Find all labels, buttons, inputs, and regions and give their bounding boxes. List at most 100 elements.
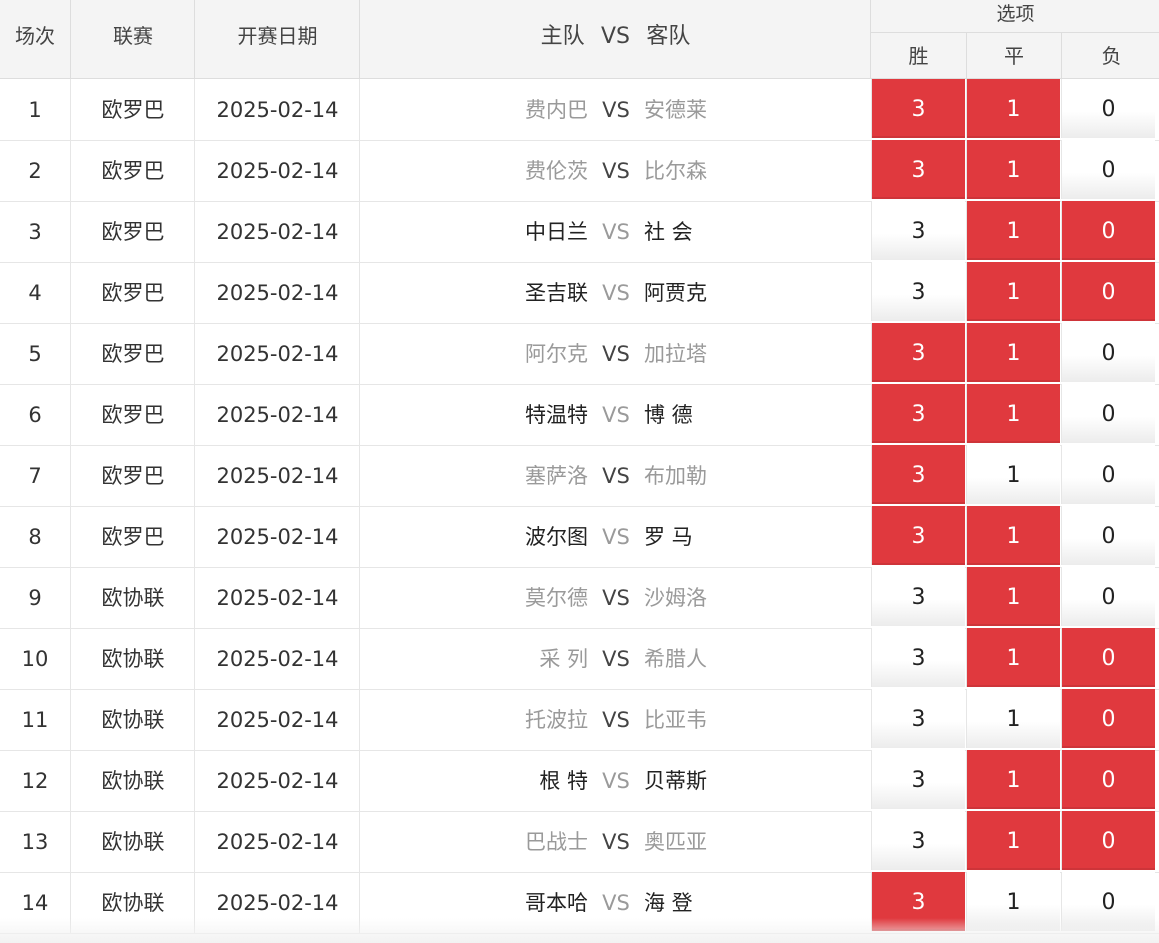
away-team: 安德莱 bbox=[644, 98, 707, 122]
header-away: 客队 bbox=[646, 24, 691, 49]
option-loss-button[interactable]: 0 bbox=[1061, 384, 1155, 443]
option-win-button[interactable]: 3 bbox=[871, 445, 965, 504]
option-loss-button[interactable]: 0 bbox=[1061, 689, 1155, 748]
row-index: 11 bbox=[21, 708, 49, 732]
home-team: 费伦茨 bbox=[525, 159, 588, 183]
row-match: 巴战士 VS 奥匹亚 bbox=[359, 811, 871, 872]
row-date: 2025-02-14 bbox=[194, 323, 360, 384]
row-match: 莫尔德 VS 沙姆洛 bbox=[359, 567, 871, 628]
option-win-button[interactable]: 3 bbox=[871, 567, 965, 626]
away-team: 布加勒 bbox=[644, 464, 707, 488]
away-team: 加拉塔 bbox=[644, 342, 707, 366]
option-win-button[interactable]: 3 bbox=[871, 628, 965, 687]
option-loss-button[interactable]: 0 bbox=[1061, 79, 1155, 138]
option-loss-button[interactable]: 0 bbox=[1061, 811, 1155, 870]
option-draw-button[interactable]: 1 bbox=[966, 140, 1060, 199]
vs-label: VS bbox=[602, 647, 630, 671]
vs-label: VS bbox=[602, 159, 630, 183]
option-win-button[interactable]: 3 bbox=[871, 140, 965, 199]
vs-label: VS bbox=[602, 830, 630, 854]
table-row: 11 欧协联 2025-02-14 托波拉 VS 比亚韦 3 1 0 bbox=[0, 689, 1159, 751]
option-loss-button[interactable]: 0 bbox=[1061, 323, 1155, 382]
vs-label: VS bbox=[602, 403, 630, 427]
option-draw-button[interactable]: 1 bbox=[966, 567, 1060, 626]
row-index: 1 bbox=[28, 98, 42, 122]
option-win-button[interactable]: 3 bbox=[871, 384, 965, 443]
row-match: 特温特 VS 博 德 bbox=[359, 384, 871, 445]
away-team: 阿贾克 bbox=[644, 281, 707, 305]
row-league: 欧罗巴 bbox=[70, 79, 195, 140]
option-win-button[interactable]: 3 bbox=[871, 811, 965, 870]
row-index: 8 bbox=[28, 525, 42, 549]
row-league: 欧罗巴 bbox=[70, 384, 195, 445]
row-league: 欧协联 bbox=[70, 811, 195, 872]
vs-label: VS bbox=[602, 525, 630, 549]
option-draw-button[interactable]: 1 bbox=[966, 750, 1060, 809]
option-loss-button[interactable]: 0 bbox=[1061, 506, 1155, 565]
option-draw-button[interactable]: 1 bbox=[966, 79, 1060, 138]
header-draw: 平 bbox=[966, 33, 1061, 78]
row-league: 欧罗巴 bbox=[70, 140, 195, 201]
table-row: 9 欧协联 2025-02-14 莫尔德 VS 沙姆洛 3 1 0 bbox=[0, 567, 1159, 629]
vs-label: VS bbox=[602, 220, 630, 244]
options-header: 选项 胜 平 负 bbox=[870, 0, 1159, 79]
option-win-button[interactable]: 3 bbox=[871, 506, 965, 565]
table-row: 12 欧协联 2025-02-14 根 特 VS 贝蒂斯 3 1 0 bbox=[0, 750, 1159, 812]
row-date: 2025-02-14 bbox=[194, 140, 360, 201]
header-home: 主队 bbox=[540, 24, 585, 49]
option-win-button[interactable]: 3 bbox=[871, 201, 965, 260]
vs-label: VS bbox=[602, 281, 630, 305]
header-win: 胜 bbox=[908, 44, 929, 68]
option-draw-button[interactable]: 1 bbox=[966, 262, 1060, 321]
option-draw-button[interactable]: 1 bbox=[966, 689, 1060, 748]
row-date: 2025-02-14 bbox=[194, 445, 360, 506]
option-win-button[interactable]: 3 bbox=[871, 323, 965, 382]
row-date: 2025-02-14 bbox=[194, 811, 360, 872]
option-draw-button[interactable]: 1 bbox=[966, 811, 1060, 870]
row-index: 12 bbox=[21, 769, 49, 793]
vs-label: VS bbox=[602, 464, 630, 488]
away-team: 比亚韦 bbox=[644, 708, 707, 732]
row-league: 欧罗巴 bbox=[70, 201, 195, 262]
option-loss-button[interactable]: 0 bbox=[1061, 140, 1155, 199]
option-win-button[interactable]: 3 bbox=[871, 79, 965, 138]
row-match: 塞萨洛 VS 布加勒 bbox=[359, 445, 871, 506]
bottom-fade bbox=[0, 918, 1159, 943]
option-loss-button[interactable]: 0 bbox=[1061, 750, 1155, 809]
row-index: 2 bbox=[28, 159, 42, 183]
table-row: 13 欧协联 2025-02-14 巴战士 VS 奥匹亚 3 1 0 bbox=[0, 811, 1159, 873]
option-draw-button[interactable]: 1 bbox=[966, 384, 1060, 443]
row-index: 7 bbox=[28, 464, 42, 488]
away-team: 贝蒂斯 bbox=[644, 769, 707, 793]
option-draw-button[interactable]: 1 bbox=[966, 506, 1060, 565]
row-index: 9 bbox=[28, 586, 42, 610]
vs-label: VS bbox=[602, 98, 630, 122]
row-date: 2025-02-14 bbox=[194, 79, 360, 140]
home-team: 圣吉联 bbox=[525, 281, 588, 305]
option-win-button[interactable]: 3 bbox=[871, 689, 965, 748]
match-table: 场次 联赛 开赛日期 主队 VS 客队 选项 胜 平 负 1 欧罗巴 2025-02… bbox=[0, 0, 1159, 943]
row-match: 费内巴 VS 安德莱 bbox=[359, 79, 871, 140]
option-loss-button[interactable]: 0 bbox=[1061, 628, 1155, 687]
option-loss-button[interactable]: 0 bbox=[1061, 445, 1155, 504]
header-loss: 负 bbox=[1061, 33, 1159, 78]
row-index: 5 bbox=[28, 342, 42, 366]
row-league: 欧罗巴 bbox=[70, 506, 195, 567]
option-win-button[interactable]: 3 bbox=[871, 750, 965, 809]
row-league: 欧协联 bbox=[70, 628, 195, 689]
option-loss-button[interactable]: 0 bbox=[1061, 567, 1155, 626]
option-draw-button[interactable]: 1 bbox=[966, 201, 1060, 260]
row-league: 欧罗巴 bbox=[70, 323, 195, 384]
option-loss-button[interactable]: 0 bbox=[1061, 201, 1155, 260]
header-index: 场次 bbox=[15, 24, 55, 48]
row-date: 2025-02-14 bbox=[194, 567, 360, 628]
option-draw-button[interactable]: 1 bbox=[966, 445, 1060, 504]
option-draw-button[interactable]: 1 bbox=[966, 628, 1060, 687]
header-date: 开赛日期 bbox=[194, 0, 360, 78]
row-date: 2025-02-14 bbox=[194, 750, 360, 811]
row-match: 根 特 VS 贝蒂斯 bbox=[359, 750, 871, 811]
option-loss-button[interactable]: 0 bbox=[1061, 262, 1155, 321]
home-team: 采 列 bbox=[539, 647, 588, 671]
option-draw-button[interactable]: 1 bbox=[966, 323, 1060, 382]
option-win-button[interactable]: 3 bbox=[871, 262, 965, 321]
